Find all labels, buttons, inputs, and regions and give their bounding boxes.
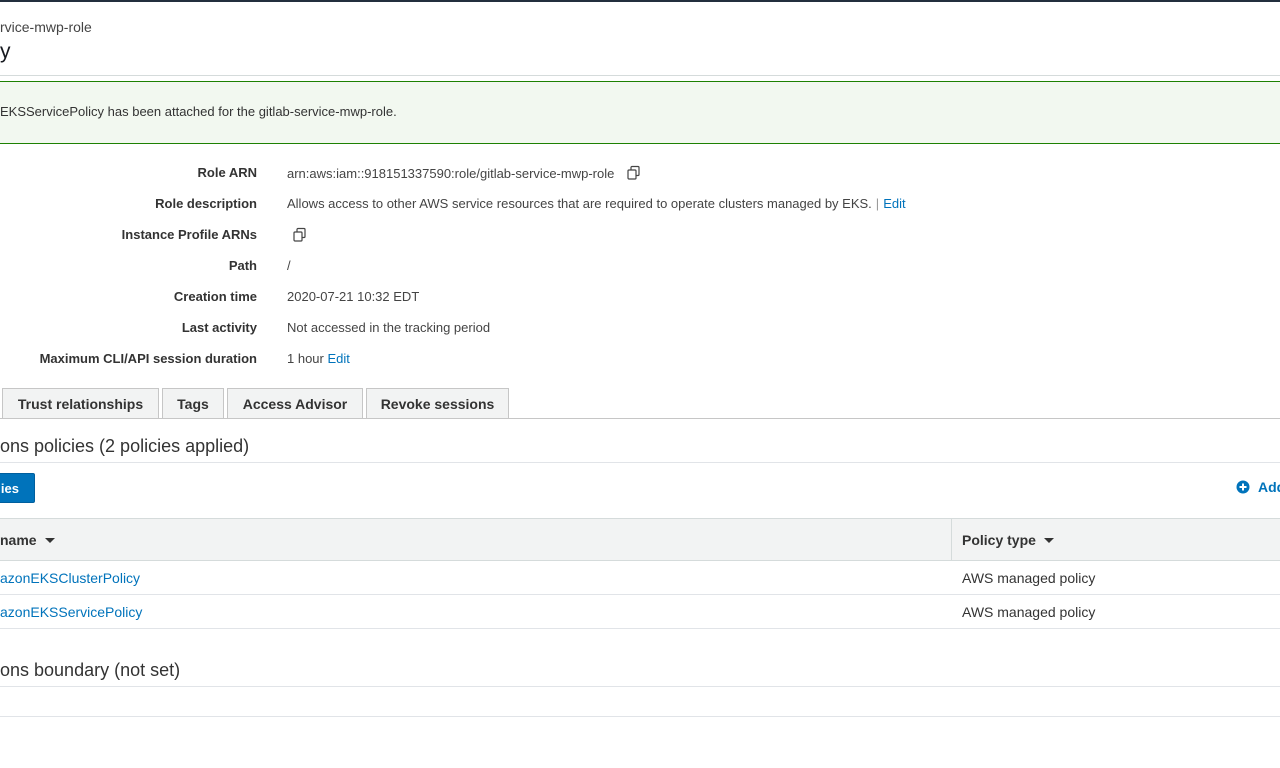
divider	[0, 686, 1280, 687]
policies-table-header: name Policy type	[0, 518, 1280, 561]
success-alert: EKSServicePolicy has been attached for t…	[0, 81, 1280, 144]
creation-time-value: 2020-07-21 10:32 EDT	[287, 289, 420, 304]
instance-profile-label: Instance Profile ARNs	[121, 227, 257, 242]
tab-tags[interactable]: Tags	[162, 388, 224, 419]
separator: |	[875, 196, 880, 211]
summary-row-max-session: Maximum CLI/API session duration 1 hour …	[0, 344, 1280, 375]
divider	[0, 716, 1280, 717]
column-policy-name[interactable]: name	[0, 532, 55, 548]
page-title: y	[0, 40, 11, 63]
max-session-label: Maximum CLI/API session duration	[39, 351, 257, 366]
tab-access-advisor[interactable]: Access Advisor	[227, 388, 363, 419]
divider	[0, 462, 1280, 463]
caret-down-icon	[44, 538, 55, 543]
last-activity-value: Not accessed in the tracking period	[287, 320, 491, 335]
tab-revoke-sessions[interactable]: Revoke sessions	[366, 388, 509, 419]
plus-circle-icon	[1236, 480, 1250, 494]
summary-row-creation-time: Creation time 2020-07-21 10:32 EDT	[0, 282, 1280, 313]
top-bar	[0, 0, 1280, 2]
add-inline-policy-link[interactable]: Add	[1236, 479, 1280, 495]
path-label: Path	[228, 258, 257, 273]
copy-icon[interactable]	[292, 227, 308, 243]
permissions-boundary-title[interactable]: ons boundary (not set)	[0, 660, 180, 681]
role-arn-text: arn:aws:iam::918151337590:role/gitlab-se…	[287, 166, 615, 181]
alert-message: EKSServicePolicy has been attached for t…	[0, 104, 397, 119]
summary-row-instance-profile: Instance Profile ARNs	[0, 220, 1280, 251]
role-description-label: Role description	[155, 196, 257, 211]
role-arn-value: arn:aws:iam::918151337590:role/gitlab-se…	[287, 165, 642, 181]
creation-time-label: Creation time	[173, 289, 257, 304]
role-description-text: Allows access to other AWS service resou…	[287, 196, 872, 211]
column-policy-name-label: name	[0, 532, 37, 548]
column-policy-type[interactable]: Policy type	[962, 532, 1054, 548]
max-session-text: 1 hour	[287, 351, 324, 366]
summary-row-role-description: Role description Allows access to other …	[0, 189, 1280, 220]
instance-profile-value	[284, 227, 308, 243]
table-row: azonEKSClusterPolicy AWS managed policy	[0, 561, 1280, 595]
max-session-value: 1 hour Edit	[287, 351, 350, 366]
copy-icon[interactable]	[626, 165, 642, 181]
table-row: azonEKSServicePolicy AWS managed policy	[0, 595, 1280, 629]
summary-row-last-activity: Last activity Not accessed in the tracki…	[0, 313, 1280, 344]
divider	[0, 75, 1280, 76]
policy-name-link[interactable]: azonEKSClusterPolicy	[0, 570, 140, 586]
tabs-divider	[0, 418, 1280, 419]
policy-type: AWS managed policy	[962, 604, 1096, 620]
breadcrumb[interactable]: rvice-mwp-role	[0, 19, 92, 35]
summary-row-role-arn: Role ARN arn:aws:iam::918151337590:role/…	[0, 158, 1280, 189]
role-description-value: Allows access to other AWS service resou…	[287, 196, 906, 211]
add-inline-policy-label: Add	[1258, 479, 1280, 495]
permissions-policies-title: ons policies (2 policies applied)	[0, 436, 250, 456]
role-arn-label: Role ARN	[197, 165, 257, 180]
policy-type: AWS managed policy	[962, 570, 1096, 586]
column-policy-type-label: Policy type	[962, 532, 1036, 548]
attach-policies-button[interactable]: ies	[0, 473, 35, 503]
edit-description-link[interactable]: Edit	[883, 196, 905, 211]
tab-trust-relationships[interactable]: Trust relationships	[2, 388, 159, 419]
policy-name-link[interactable]: azonEKSServicePolicy	[0, 604, 142, 620]
caret-down-icon	[1043, 538, 1054, 543]
last-activity-label: Last activity	[181, 320, 257, 335]
column-divider[interactable]	[951, 519, 952, 560]
path-value: /	[287, 258, 291, 273]
summary-row-path: Path /	[0, 251, 1280, 282]
edit-session-duration-link[interactable]: Edit	[328, 351, 350, 366]
